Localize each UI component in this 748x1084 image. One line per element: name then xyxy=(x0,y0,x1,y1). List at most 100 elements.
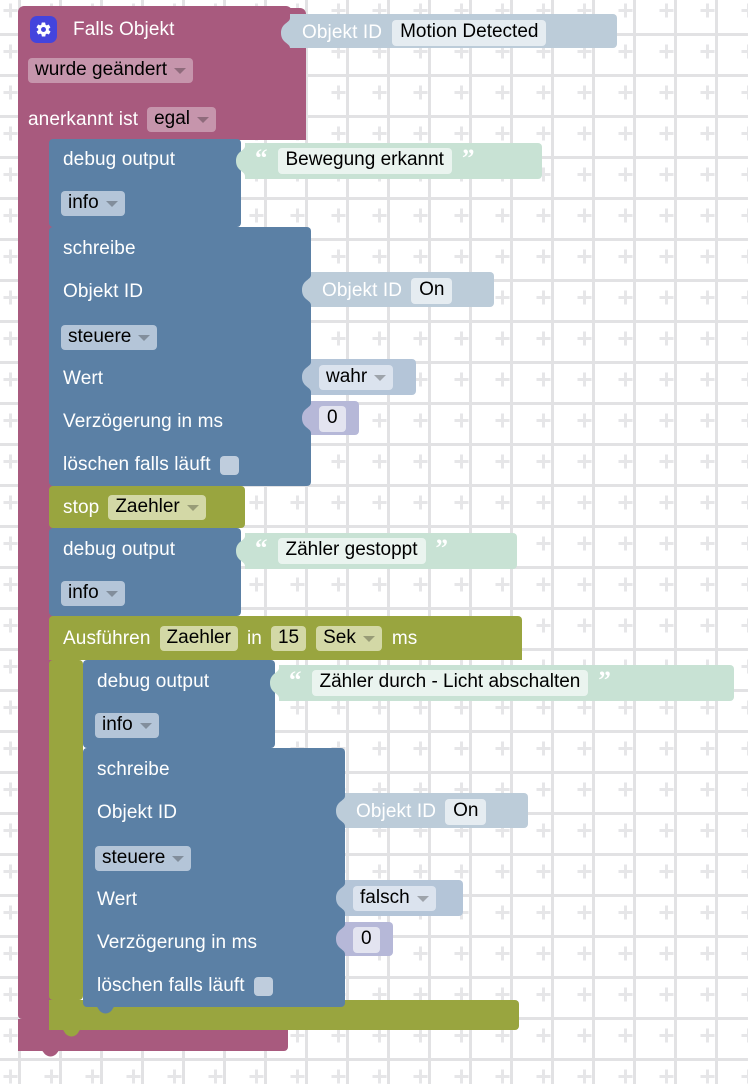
string-3-value[interactable]: Zähler durch - Licht abschalten xyxy=(311,670,589,696)
debug-2-label: debug output xyxy=(63,539,176,560)
chevron-down-icon xyxy=(362,636,375,642)
trigger-header-row: Falls Objekt xyxy=(30,16,175,43)
block-boolean-falsch[interactable]: falsch xyxy=(331,880,463,916)
debug-3-severity-dropdown[interactable]: info xyxy=(95,713,159,738)
boolean-falsch-row[interactable]: falsch xyxy=(353,886,436,911)
control-1-title: schreibe xyxy=(63,238,136,260)
trigger-condition-dropdown[interactable]: wurde geändert xyxy=(28,58,194,83)
chevron-down-icon xyxy=(186,505,199,511)
quote-close-icon: ” xyxy=(435,534,449,562)
trigger-ack-row: anerkannt ist egal xyxy=(28,107,217,132)
timeout-name-dropdown[interactable]: Zaehler xyxy=(159,626,238,651)
timeout-unit-value: Sek xyxy=(323,627,356,648)
object-id-control-2-value[interactable]: On xyxy=(445,799,487,825)
timeout-label: Ausführen xyxy=(63,627,151,649)
chevron-down-icon xyxy=(138,335,151,341)
chevron-down-icon xyxy=(174,68,187,74)
quote-close-icon: ” xyxy=(461,144,475,172)
stop-timer-name-value: Zaehler xyxy=(115,496,180,517)
chevron-down-icon xyxy=(105,201,118,207)
block-number-delay-1[interactable]: 0 xyxy=(297,401,359,435)
stop-timer-name-dropdown[interactable]: Zaehler xyxy=(108,495,206,520)
debug-2-label-row: debug output xyxy=(63,539,175,561)
timeout-left-spine xyxy=(49,660,83,1000)
block-boolean-wahr[interactable]: wahr xyxy=(297,359,416,395)
control-2-mode-dropdown[interactable]: steuere xyxy=(95,846,192,871)
control-2-delay-label: Verzögerung in ms xyxy=(97,932,258,953)
chevron-down-icon xyxy=(374,375,387,381)
trigger-title: Falls Objekt xyxy=(73,18,175,40)
control-2-clear-checkbox[interactable] xyxy=(253,976,273,996)
control-1-delay-label-row: Verzögerung in ms xyxy=(63,411,223,433)
object-id-control-2-prefix: Objekt ID xyxy=(356,801,437,822)
boolean-wahr-row[interactable]: wahr xyxy=(319,365,394,390)
quote-open-icon: “ xyxy=(255,534,268,562)
trigger-ack-value: egal xyxy=(154,108,191,129)
debug-1-label-row: debug output xyxy=(63,149,175,171)
timeout-in-label: in xyxy=(246,627,262,649)
control-2-mode-value: steuere xyxy=(102,847,166,868)
stop-timer-label: stop xyxy=(63,496,100,518)
control-1-value-label-row: Wert xyxy=(63,368,103,390)
control-2-clear-row[interactable]: löschen falls läuft xyxy=(97,975,273,997)
timeout-header-row: Ausführen Zaehler in 15 Sek ms xyxy=(63,626,417,651)
block-number-delay-2[interactable]: 0 xyxy=(331,922,393,956)
control-2-objectid-label: Objekt ID xyxy=(97,802,178,823)
debug-1-severity-dropdown[interactable]: info xyxy=(61,191,125,216)
trigger-ack-dropdown[interactable]: egal xyxy=(147,107,217,132)
block-string-2[interactable]: “ Zähler gestoppt ” xyxy=(231,533,517,569)
control-1-mode-dropdown[interactable]: steuere xyxy=(61,325,158,350)
control-1-surface xyxy=(49,227,311,486)
debug-1-severity-value: info xyxy=(68,192,99,213)
string-2-value[interactable]: Zähler gestoppt xyxy=(277,538,426,564)
chevron-down-icon xyxy=(172,856,185,862)
string-3-row: “ Zähler durch - Licht abschalten ” xyxy=(289,666,611,696)
control-1-objectid-label: Objekt ID xyxy=(63,281,144,302)
debug-3-severity-value: info xyxy=(102,714,133,735)
stop-timer-row: stop Zaehler xyxy=(63,495,206,520)
block-object-id-control-2[interactable]: Objekt ID On xyxy=(331,793,528,828)
control-2-value-label-row: Wert xyxy=(97,889,137,911)
control-2-title: schreibe xyxy=(97,759,170,781)
blockly-workspace[interactable]: Falls Objekt wurde geändert anerkannt is… xyxy=(0,0,748,1084)
block-object-id-control-1[interactable]: Objekt ID On xyxy=(297,272,494,307)
debug-3-label-row: debug output xyxy=(97,671,209,693)
object-id-control-2-row: Objekt ID On xyxy=(356,799,487,825)
control-2-value-label: Wert xyxy=(97,889,138,910)
string-2-row: “ Zähler gestoppt ” xyxy=(255,534,449,564)
object-id-value[interactable]: Motion Detected xyxy=(392,20,547,46)
control-1-mode-value: steuere xyxy=(68,326,132,347)
chevron-down-icon xyxy=(416,896,429,902)
control-1-objectid-label-row: Objekt ID xyxy=(63,281,143,303)
object-id-row: Objekt ID Motion Detected xyxy=(302,20,547,46)
number-delay-2-value[interactable]: 0 xyxy=(353,927,380,953)
boolean-wahr-value: wahr xyxy=(326,366,368,387)
block-string-1[interactable]: “ Bewegung erkannt ” xyxy=(231,143,542,179)
object-id-prefix: Objekt ID xyxy=(302,22,383,43)
number-delay-2-row[interactable]: 0 xyxy=(353,927,380,953)
boolean-falsch-value: falsch xyxy=(360,887,410,908)
control-2-surface xyxy=(83,748,345,1007)
block-object-id-trigger[interactable]: Objekt ID Motion Detected xyxy=(276,14,617,48)
control-1-clear-checkbox[interactable] xyxy=(219,455,239,475)
number-delay-1-row[interactable]: 0 xyxy=(319,406,346,432)
gear-icon[interactable] xyxy=(30,16,57,43)
trigger-left-spine xyxy=(18,133,52,1019)
trigger-condition-value: wurde geändert xyxy=(35,59,168,80)
control-1-clear-row[interactable]: löschen falls läuft xyxy=(63,454,239,476)
block-string-3[interactable]: “ Zähler durch - Licht abschalten ” xyxy=(265,665,734,701)
number-delay-1-value[interactable]: 0 xyxy=(319,406,346,432)
debug-2-severity-dropdown[interactable]: info xyxy=(61,581,125,606)
chevron-down-icon xyxy=(197,117,210,123)
timeout-name-value: Zaehler xyxy=(166,627,231,648)
quote-open-icon: “ xyxy=(289,666,302,694)
debug-3-label: debug output xyxy=(97,671,210,692)
control-1-label: schreibe xyxy=(63,238,136,259)
quote-close-icon: ” xyxy=(598,666,611,694)
object-id-control-1-value[interactable]: On xyxy=(411,278,453,304)
chevron-down-icon xyxy=(139,723,152,729)
timeout-unit-dropdown[interactable]: Sek xyxy=(316,626,382,651)
timeout-duration-field[interactable]: 15 xyxy=(270,626,307,651)
string-1-value[interactable]: Bewegung erkannt xyxy=(277,148,452,174)
control-2-delay-label-row: Verzögerung in ms xyxy=(97,932,257,954)
